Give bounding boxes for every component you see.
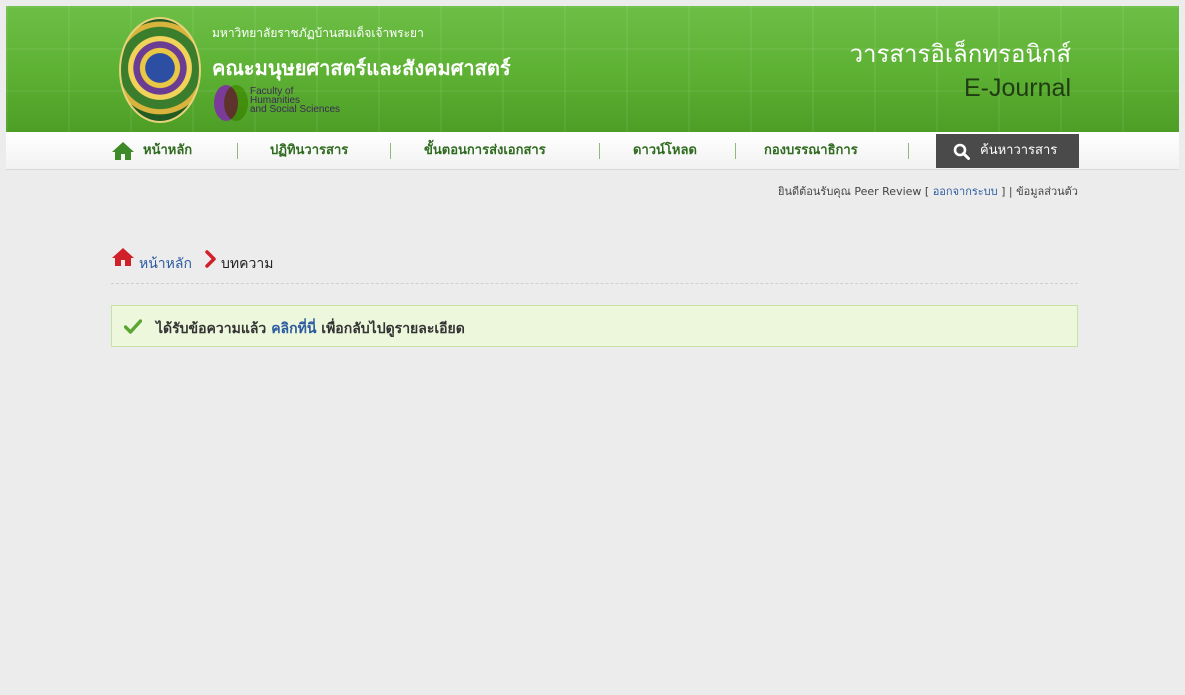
home-icon <box>112 142 134 160</box>
chevron-right-icon <box>205 250 216 268</box>
nav-divider <box>908 143 909 159</box>
nav-divider <box>599 143 600 159</box>
alert-text-before: ได้รับข้อความแล้ว <box>156 321 267 337</box>
check-icon <box>124 319 142 334</box>
faculty-name: คณะมนุษยศาสตร์และสังคมศาสตร์ <box>212 56 511 80</box>
home-icon[interactable] <box>111 247 135 267</box>
nav-item-download[interactable]: ดาวน์โหลด <box>633 132 697 170</box>
faculty-en-name: Faculty of Humanities and Social Science… <box>250 87 341 115</box>
breadcrumb-current: บทความ <box>221 256 274 272</box>
nav-item-home[interactable]: หน้าหลัก <box>111 132 192 170</box>
welcome-text: ยินดีต้อนรับคุณ Peer Review [ <box>778 185 930 198</box>
journal-title-thai: วารสารอิเล็กทรอนิกส์ <box>849 40 1071 68</box>
breadcrumb-home-link[interactable]: หน้าหลัก <box>139 253 192 275</box>
search-journal-label: ค้นหาวารสาร <box>980 143 1058 158</box>
nav-item-home-label: หน้าหลัก <box>143 143 193 158</box>
main-nav: หน้าหลัก ปฏิทินวารสาร ขั้นตอนการส่งเอกสา… <box>6 132 1179 170</box>
logout-link[interactable]: ออกจากระบบ <box>933 185 998 198</box>
nav-divider <box>237 143 238 159</box>
welcome-separator: ] | <box>1001 185 1013 198</box>
alert-click-here-link[interactable]: คลิกที่นี่ <box>271 321 316 337</box>
welcome-bar: ยินดีต้อนรับคุณ Peer Review [ ออกจากระบบ… <box>778 182 1078 200</box>
profile-link[interactable]: ข้อมูลส่วนตัว <box>1016 185 1078 198</box>
breadcrumb-divider <box>111 283 1078 284</box>
alert-text-after: เพื่อกลับไปดูรายละเอียด <box>321 321 465 337</box>
nav-divider <box>735 143 736 159</box>
nav-item-editorial-board[interactable]: กองบรรณาธิการ <box>764 132 858 170</box>
nav-item-submission-steps[interactable]: ขั้นตอนการส่งเอกสาร <box>424 132 546 170</box>
alert-message: ได้รับข้อความแล้ว คลิกที่นี่ เพื่อกลับไป… <box>156 318 465 340</box>
nav-divider <box>390 143 391 159</box>
nav-item-journal-calendar[interactable]: ปฏิทินวารสาร <box>270 132 348 170</box>
university-name: มหาวิทยาลัยราชภัฏบ้านสมเด็จเจ้าพระยา <box>212 26 424 40</box>
site-header: มหาวิทยาลัยราชภัฏบ้านสมเด็จเจ้าพระยา คณะ… <box>6 6 1179 132</box>
university-emblem-logo[interactable] <box>119 17 201 123</box>
journal-title-english: E-Journal <box>964 74 1071 102</box>
search-journal-button[interactable]: ค้นหาวารสาร <box>936 134 1079 168</box>
faculty-en-line3: and Social Sciences <box>250 104 341 115</box>
search-icon <box>953 143 970 160</box>
success-alert: ได้รับข้อความแล้ว คลิกที่นี่ เพื่อกลับไป… <box>111 305 1078 347</box>
faculty-logo <box>214 85 248 121</box>
